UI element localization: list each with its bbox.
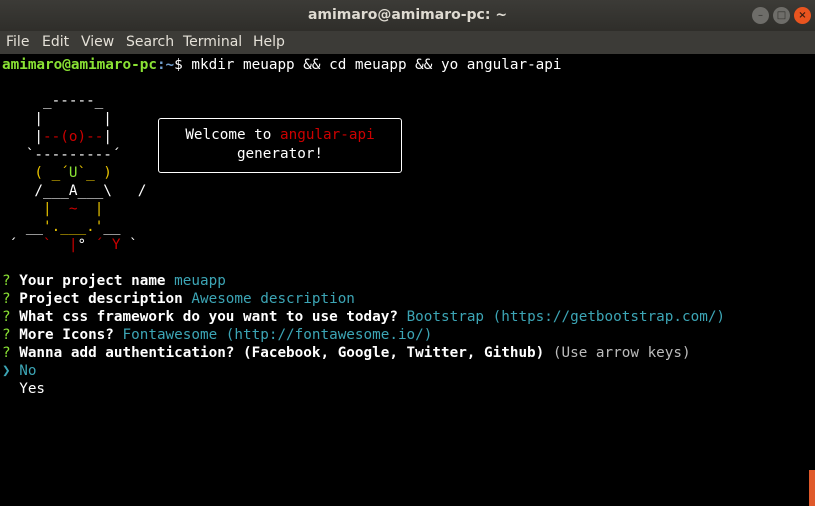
welcome-line-2: generator! (236, 146, 324, 162)
ascii-line: ´ ` |° ´ Y ` (0, 236, 138, 254)
choice-label: Yes (2, 381, 46, 397)
command-line: amimaro@amimaro-pc:~$ mkdir meuapp && cd… (2, 56, 562, 74)
generator-name: angular-api (280, 127, 375, 143)
menu-file[interactable]: File (6, 34, 29, 50)
question-row: ? Your project name meuapp (2, 272, 226, 290)
window-titlebar[interactable]: amimaro@amimaro-pc: ~ – □ × (0, 0, 815, 31)
answer-text: Bootstrap (https://getbootstrap.com/) (406, 309, 726, 325)
menu-help[interactable]: Help (253, 34, 285, 50)
pointer-icon: ❯ (2, 363, 11, 379)
close-icon[interactable]: × (794, 7, 811, 24)
prompt-symbol: $ (174, 57, 183, 73)
ascii-line: __'.___.'__ (0, 219, 121, 235)
question-mark: ? (2, 345, 11, 361)
welcome-box: Welcome to angular-api generator! (158, 118, 402, 173)
maximize-icon[interactable]: □ (773, 7, 790, 24)
ascii-fragment: ° (77, 237, 95, 253)
menu-edit[interactable]: Edit (42, 34, 69, 50)
welcome-line-1: Welcome to angular-api (159, 126, 401, 145)
answer-text: meuapp (174, 273, 226, 289)
menu-terminal[interactable]: Terminal (183, 34, 242, 50)
ascii-line: _-----_ (0, 93, 104, 109)
terminal-area[interactable]: amimaro@amimaro-pc:~$ mkdir meuapp && cd… (0, 54, 815, 506)
hint-text: (Use arrow keys) (552, 345, 691, 361)
question-text: Wanna add authentication? (Facebook, Goo… (10, 345, 553, 361)
ascii-line: `---------´ (0, 147, 121, 163)
prompt-user-host: amimaro@amimaro-pc (2, 57, 157, 73)
answer-text: Fontawesome (http://fontawesome.io/) (122, 327, 433, 343)
ascii-line: |--(o)--| (0, 129, 112, 145)
ascii-line: | ~ | (0, 201, 104, 217)
prompt-path: :~ (156, 57, 175, 73)
ascii-line: ( _´U`_ ) (0, 165, 112, 181)
question-mark: ? (2, 273, 11, 289)
question-mark: ? (2, 327, 11, 343)
choice-label: No (10, 363, 37, 379)
choice-yes[interactable]: Yes (2, 380, 45, 398)
welcome-text: Welcome to (185, 127, 280, 143)
minimize-icon[interactable]: – (752, 7, 769, 24)
question-row: ? More Icons? Fontawesome (http://fontaw… (2, 326, 432, 344)
choice-no[interactable]: ❯ No (2, 362, 36, 380)
question-row: ? What css framework do you want to use … (2, 308, 725, 326)
ascii-fragment: ´ Y (94, 237, 130, 253)
ascii-fragment: ` | (43, 237, 78, 253)
ascii-line: | | (0, 111, 112, 127)
question-mark: ? (2, 309, 11, 325)
question-text: Your project name (10, 273, 175, 289)
ascii-fragment: ´ (0, 237, 44, 253)
menu-view[interactable]: View (81, 34, 114, 50)
prompt-command: mkdir meuapp && cd meuapp && yo angular-… (182, 57, 562, 73)
menu-search[interactable]: Search (126, 34, 174, 50)
ascii-line: /___A___\ / (0, 183, 147, 199)
question-row: ? Wanna add authentication? (Facebook, G… (2, 344, 691, 362)
scrollbar-thumb[interactable] (809, 470, 815, 506)
answer-text: Awesome description (191, 291, 355, 307)
ascii-fragment: ` (129, 237, 138, 253)
question-text: More Icons? (10, 327, 123, 343)
question-text: What css framework do you want to use to… (10, 309, 407, 325)
question-row: ? Project description Awesome descriptio… (2, 290, 355, 308)
question-mark: ? (2, 291, 11, 307)
question-text: Project description (10, 291, 192, 307)
window-title: amimaro@amimaro-pc: ~ (307, 7, 508, 23)
menu-bar: File Edit View Search Terminal Help (0, 31, 815, 54)
